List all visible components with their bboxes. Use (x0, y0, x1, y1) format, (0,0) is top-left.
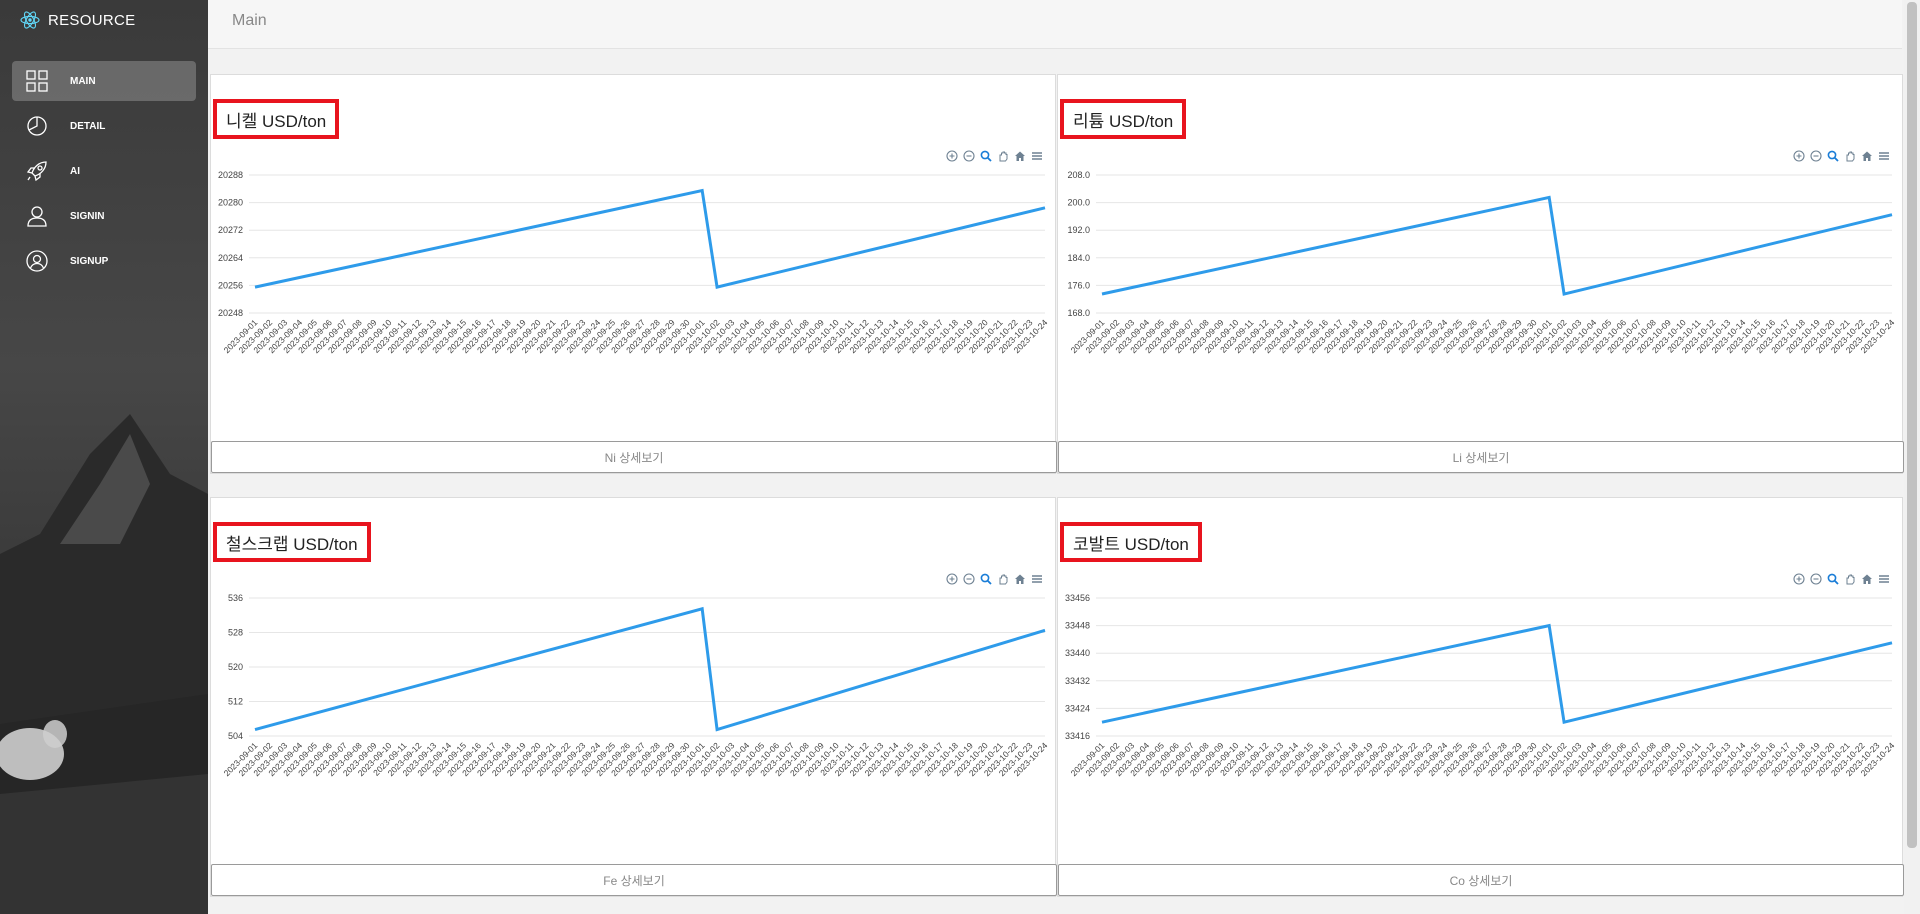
chart-card-nickel: 니켈 USD/ton 20288 20280 20272 20264 20256 20248… (210, 74, 1057, 474)
chart-title: 코발트 USD/ton (1060, 522, 1202, 562)
sidebar-item-detail[interactable]: DETAIL (12, 106, 196, 146)
y-tick-label: 20264 (218, 253, 243, 263)
sidebar-item-signin[interactable]: SIGNIN (12, 196, 196, 236)
detail-button-lithium[interactable]: Li 상세보기 (1058, 441, 1904, 473)
detail-button-cobalt[interactable]: Co 상세보기 (1058, 864, 1904, 896)
y-tick-label: 168.0 (1067, 308, 1090, 318)
chart-title: 철스크랩 USD/ton (213, 522, 371, 562)
y-tick-label: 33432 (1065, 676, 1090, 686)
y-tick-label: 200.0 (1067, 198, 1090, 208)
y-tick-label: 33416 (1065, 731, 1090, 741)
sidebar-nav: MAIN DETAIL AI SIGNIN SIGNUP (12, 61, 196, 286)
sidebar-item-label: DETAIL (70, 120, 106, 132)
y-tick-label: 20256 (218, 280, 243, 290)
brand-name: RESOURCE (48, 11, 136, 29)
react-logo-icon (20, 11, 40, 29)
y-tick-label: 20288 (218, 170, 243, 180)
brand[interactable]: RESOURCE (20, 10, 135, 30)
chart-card-cobalt: 코발트 USD/ton 33456 33448 33440 33432 33424 3341… (1057, 497, 1904, 897)
y-tick-label: 176.0 (1067, 280, 1090, 290)
y-tick-label: 536 (228, 593, 243, 603)
y-tick-label: 512 (228, 697, 243, 707)
grid-icon (22, 69, 52, 93)
y-tick-label: 184.0 (1067, 253, 1090, 263)
page-title: Main (232, 12, 267, 29)
price-series-line (1101, 195, 1893, 296)
sidebar-item-ai[interactable]: AI (12, 151, 196, 191)
pie-chart-icon (22, 114, 52, 138)
user-icon (22, 204, 52, 228)
top-bar: Main (208, 0, 1902, 49)
sidebar-item-label: MAIN (70, 75, 96, 87)
line-chart: 208.0200.0192.0184.0176.0168.02023-09-01… (1067, 170, 1896, 355)
chart-card-iron-scrap: 철스크랩 USD/ton 536 528 520 512 504 2023-09-01 202… (210, 497, 1057, 897)
y-tick-label: 20248 (218, 308, 243, 318)
y-tick-label: 33448 (1065, 621, 1090, 631)
sidebar-item-label: AI (70, 165, 80, 177)
chart-card-lithium: 리튬 USD/ton 208.0 200.0 192.0 184.0 176.0 168.0… (1057, 74, 1904, 474)
chart-title: 리튬 USD/ton (1060, 99, 1187, 139)
y-tick-label: 208.0 (1067, 170, 1090, 180)
user-circle-icon (22, 249, 52, 273)
y-tick-label: 520 (228, 662, 243, 672)
rocket-icon (22, 159, 52, 183)
detail-button-nickel[interactable]: Ni 상세보기 (211, 441, 1057, 473)
y-tick-label: 192.0 (1067, 225, 1090, 235)
price-series-line (254, 606, 1046, 732)
sidebar-item-main[interactable]: MAIN (12, 61, 196, 101)
y-tick-label: 33440 (1065, 648, 1090, 658)
y-tick-label: 20272 (218, 225, 243, 235)
sidebar-item-signup[interactable]: SIGNUP (12, 241, 196, 281)
y-tick-label: 33424 (1065, 703, 1090, 713)
price-series-line (1101, 623, 1893, 725)
y-tick-label: 504 (228, 731, 243, 741)
sidebar-item-label: SIGNIN (70, 210, 105, 222)
sidebar-item-label: SIGNUP (70, 255, 109, 267)
y-tick-label: 528 (228, 628, 243, 638)
y-tick-label: 20280 (218, 198, 243, 208)
line-chart: 2028820280202722026420256202482023-09-01… (218, 170, 1050, 355)
line-chart: 5365285205125042023-09-012023-09-022023-… (222, 593, 1050, 778)
page-scrollbar[interactable] (1904, 0, 1920, 914)
detail-button-iron-scrap[interactable]: Fe 상세보기 (211, 864, 1057, 896)
chart-title: 니켈 USD/ton (213, 99, 340, 139)
sidebar-background-image (0, 414, 208, 914)
y-tick-label: 33456 (1065, 593, 1090, 603)
line-chart: 3345633448334403343233424334162023-09-01… (1065, 593, 1897, 778)
scrollbar-thumb[interactable] (1907, 2, 1917, 848)
price-series-line (254, 188, 1046, 289)
sidebar: RESOURCE MAIN DETAIL AI SIGNIN SIGNUP (0, 0, 208, 914)
